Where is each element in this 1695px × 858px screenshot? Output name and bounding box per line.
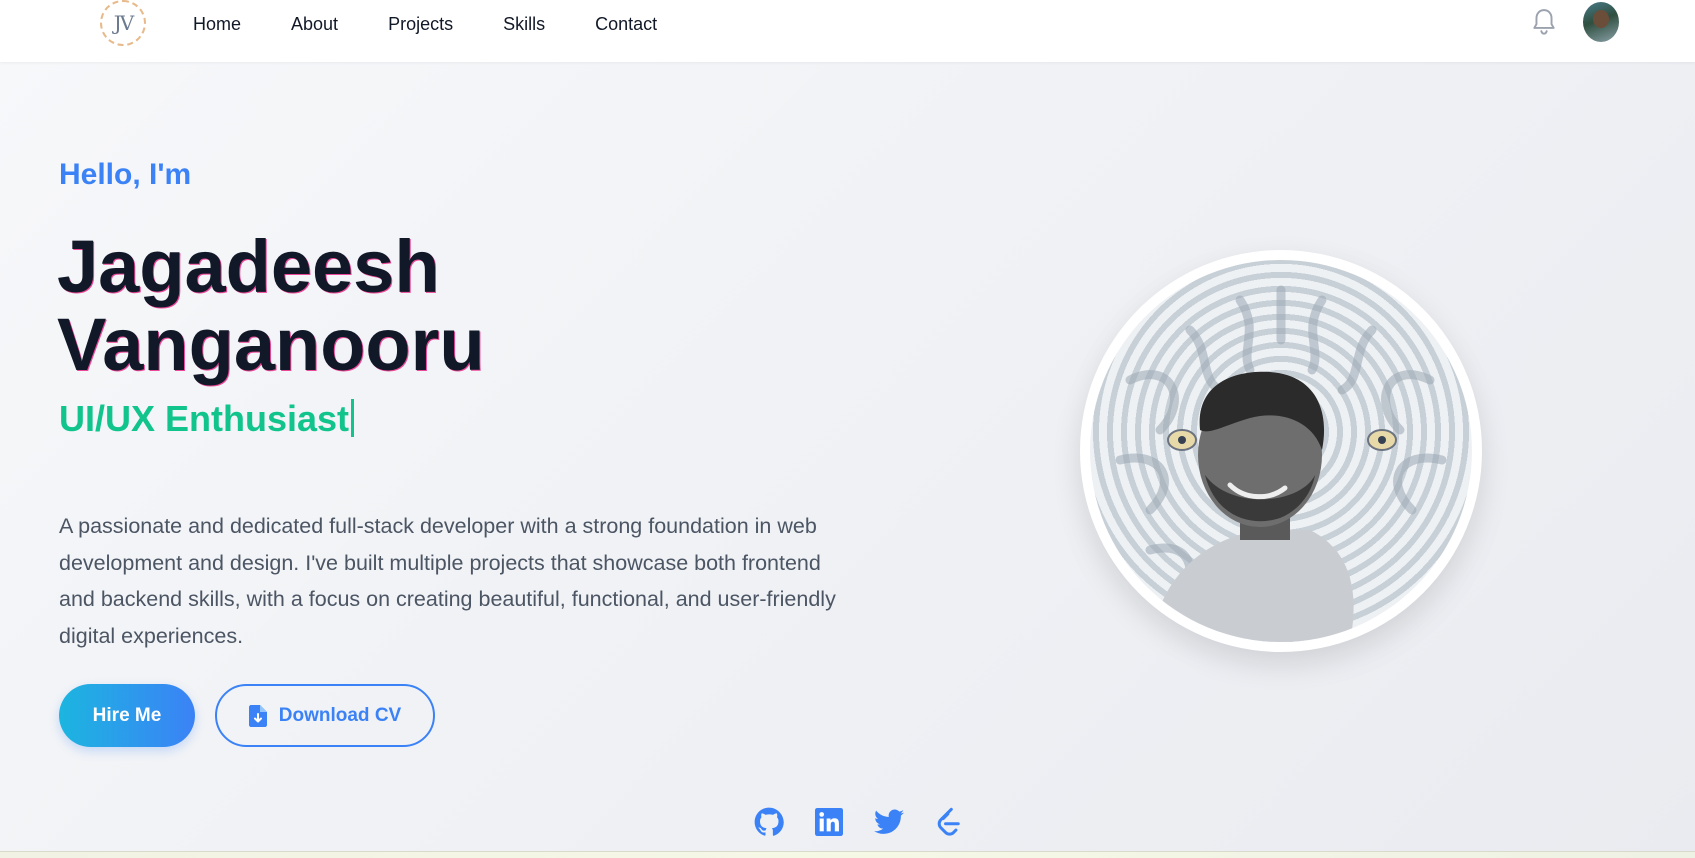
nav-links: Home About Projects Skills Contact: [193, 12, 707, 36]
social-links: [753, 806, 993, 838]
hero-role-text: UI/UX Enthusiast: [59, 398, 350, 439]
leetcode-icon[interactable]: [933, 806, 965, 838]
logo-text: JV: [113, 11, 135, 35]
hero-name-first: Jagadeesh: [57, 225, 440, 308]
linkedin-icon[interactable]: [813, 806, 845, 838]
nav-link-home[interactable]: Home: [193, 12, 241, 36]
download-cv-label: Download CV: [278, 704, 402, 726]
hero-name: Jagadeesh Vanganooru: [57, 228, 485, 384]
typing-cursor: [351, 399, 355, 437]
hero-greeting: Hello, I'm: [59, 158, 192, 191]
nav-link-skills[interactable]: Skills: [503, 12, 545, 36]
hire-me-button[interactable]: Hire Me: [59, 684, 195, 747]
navbar: JV Home About Projects Skills Contact: [0, 0, 1695, 62]
hero-description: A passionate and dedicated full-stack de…: [59, 514, 836, 648]
site-logo[interactable]: JV: [100, 0, 146, 46]
profile-photo-frame: [1080, 250, 1482, 652]
bell-icon[interactable]: [1531, 8, 1557, 36]
file-download-icon: [248, 704, 267, 727]
hero-role: UI/UX Enthusiast: [59, 398, 355, 440]
avatar[interactable]: [1583, 2, 1619, 42]
twitter-icon[interactable]: [873, 806, 905, 838]
hero-name-last: Vanganooru: [57, 303, 485, 386]
github-icon[interactable]: [753, 806, 785, 838]
profile-photo: [1090, 260, 1472, 642]
nav-link-about[interactable]: About: [291, 12, 338, 36]
download-cv-button[interactable]: Download CV: [215, 684, 435, 747]
nav-link-projects[interactable]: Projects: [388, 12, 453, 36]
bottom-edge: [0, 851, 1695, 858]
nav-link-contact[interactable]: Contact: [595, 12, 657, 36]
